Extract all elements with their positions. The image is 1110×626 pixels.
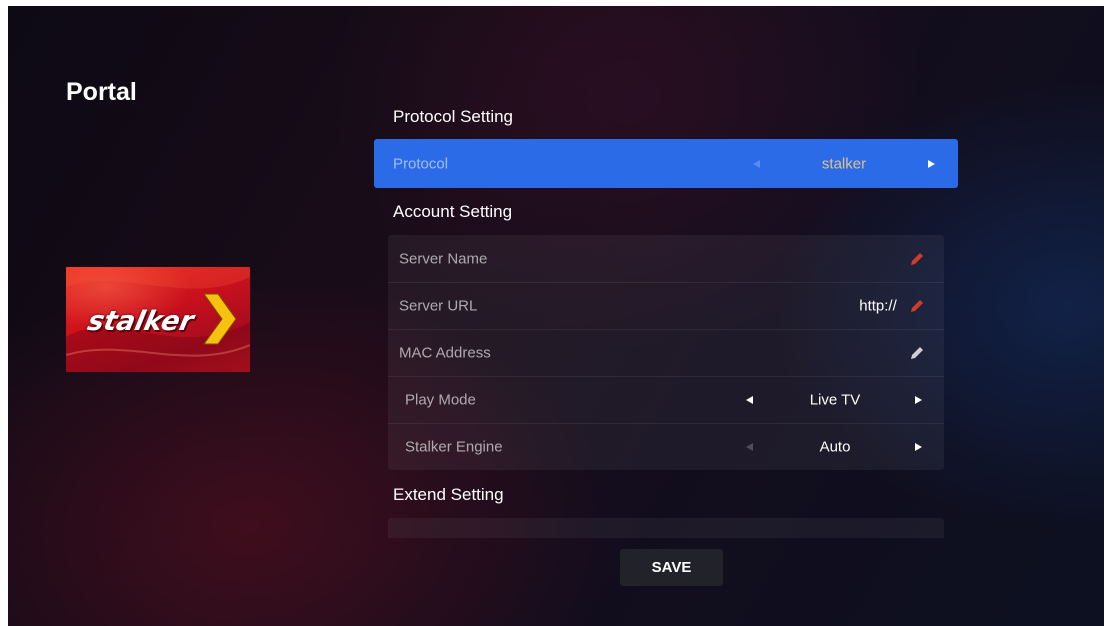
stalker-logo: stalker <box>66 267 250 372</box>
account-setting-header: Account Setting <box>393 202 513 221</box>
server-url-label: Server URL <box>399 297 478 314</box>
server-url-row[interactable]: Server URL http:// <box>388 282 944 330</box>
triangle-right-icon[interactable] <box>928 159 935 168</box>
tv-screen: Portal stalker Protocol Setting Protocol… <box>8 6 1104 626</box>
server-url-value: http:// <box>859 297 897 314</box>
protocol-selector-row[interactable]: Protocol stalker <box>374 139 958 188</box>
mac-address-row[interactable]: MAC Address <box>388 329 944 377</box>
pencil-icon[interactable] <box>909 345 925 361</box>
stalker-engine-value: Auto <box>819 438 851 455</box>
save-button[interactable]: SAVE <box>620 549 723 586</box>
pencil-icon[interactable] <box>909 298 925 314</box>
protocol-label: Protocol <box>393 155 449 172</box>
server-name-row[interactable]: Server Name <box>388 235 944 283</box>
extend-settings-panel <box>388 518 944 538</box>
logo-text: stalker <box>84 306 197 337</box>
triangle-left-icon[interactable] <box>746 395 753 404</box>
play-mode-row[interactable]: Play Mode Live TV <box>388 376 944 424</box>
play-mode-value: Live TV <box>809 391 861 408</box>
triangle-left-icon[interactable] <box>746 442 753 451</box>
stalker-engine-row[interactable]: Stalker Engine Auto <box>388 423 944 470</box>
account-settings-panel: Server Name Server URL http:// MAC Addre… <box>388 235 944 470</box>
mac-address-label: MAC Address <box>399 344 491 361</box>
stalker-engine-label: Stalker Engine <box>405 438 503 455</box>
page-title: Portal <box>66 78 137 106</box>
triangle-right-icon[interactable] <box>915 395 922 404</box>
extend-setting-header: Extend Setting <box>393 485 504 504</box>
protocol-value: stalker <box>821 155 867 172</box>
pencil-icon[interactable] <box>909 251 925 267</box>
triangle-left-icon[interactable] <box>753 159 760 168</box>
triangle-right-icon[interactable] <box>915 442 922 451</box>
protocol-setting-header: Protocol Setting <box>393 107 514 126</box>
server-name-label: Server Name <box>399 250 488 267</box>
play-mode-label: Play Mode <box>405 391 476 408</box>
